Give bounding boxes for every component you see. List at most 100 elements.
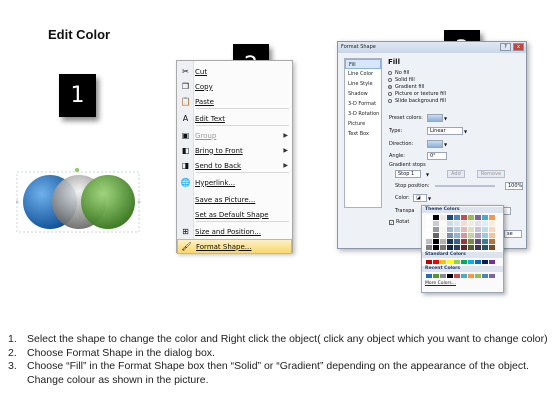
color-swatch[interactable]	[482, 221, 488, 226]
menu-item-cut[interactable]: ✂ Cut	[177, 64, 292, 79]
color-swatch[interactable]	[426, 215, 432, 220]
color-swatch[interactable]	[475, 215, 481, 220]
selection-handle[interactable]	[137, 200, 141, 204]
color-swatch[interactable]	[468, 215, 474, 220]
color-swatch[interactable]	[489, 239, 495, 244]
color-swatch[interactable]	[482, 227, 488, 232]
green-circle[interactable]	[81, 175, 135, 229]
nav-item-picture[interactable]: Picture	[345, 119, 381, 129]
chevron-down-icon[interactable]: ▼	[426, 172, 429, 177]
color-swatch[interactable]	[440, 215, 446, 220]
color-swatch[interactable]	[475, 221, 481, 226]
color-swatch[interactable]	[433, 260, 439, 264]
color-swatch[interactable]	[454, 274, 460, 278]
color-swatch[interactable]	[461, 215, 467, 220]
color-swatch[interactable]	[461, 233, 467, 238]
color-swatch[interactable]	[433, 227, 439, 232]
color-swatch[interactable]	[426, 245, 432, 250]
rotate-checkbox[interactable]: ✓	[389, 219, 394, 225]
radio-button[interactable]	[388, 84, 392, 89]
color-swatch[interactable]	[433, 245, 439, 250]
type-select[interactable]: Linear	[427, 127, 463, 135]
remove-stop-button[interactable]: Remove	[476, 170, 506, 178]
nav-item-line-color[interactable]: Line Color	[345, 69, 381, 79]
direction-button[interactable]	[427, 140, 443, 148]
color-swatch[interactable]	[447, 221, 453, 226]
chevron-down-icon[interactable]: ▼	[444, 116, 447, 121]
color-swatch[interactable]	[454, 221, 460, 226]
menu-item-save-as-picture[interactable]: Save as Picture...	[177, 192, 292, 207]
color-picker-button[interactable]: ◪	[413, 194, 427, 202]
menu-item-size-and-position[interactable]: ⊞ Size and Position...	[177, 224, 292, 239]
color-swatch[interactable]	[433, 233, 439, 238]
color-swatch[interactable]	[433, 221, 439, 226]
color-swatch[interactable]	[447, 239, 453, 244]
color-swatch[interactable]	[454, 245, 460, 250]
fill-option-slide-background-fill[interactable]: Slide background fill	[388, 97, 522, 104]
add-stop-button[interactable]: Add	[447, 170, 465, 178]
color-swatch[interactable]	[475, 260, 481, 264]
chevron-down-icon[interactable]: ▼	[464, 129, 467, 134]
color-swatch[interactable]	[433, 215, 439, 220]
radio-button[interactable]	[388, 77, 392, 82]
color-swatch[interactable]	[426, 260, 432, 264]
nav-item-text-box[interactable]: Text Box	[345, 129, 381, 139]
chevron-down-icon[interactable]: ▼	[428, 196, 431, 201]
color-swatch[interactable]	[447, 260, 453, 264]
close-button[interactable]: x	[513, 43, 524, 51]
color-swatch[interactable]	[468, 233, 474, 238]
color-swatch[interactable]	[454, 239, 460, 244]
stop-position-input[interactable]: 100%	[505, 182, 523, 190]
color-swatch[interactable]	[454, 227, 460, 232]
color-swatch[interactable]	[440, 274, 446, 278]
color-swatch[interactable]	[454, 215, 460, 220]
color-swatch[interactable]	[468, 227, 474, 232]
selection-handle[interactable]	[16, 200, 19, 204]
color-swatch[interactable]	[475, 245, 481, 250]
overlapping-circles-shape[interactable]	[16, 166, 144, 236]
radio-button[interactable]	[388, 70, 392, 75]
color-swatch[interactable]	[468, 245, 474, 250]
color-swatch[interactable]	[447, 245, 453, 250]
color-swatch[interactable]	[454, 260, 460, 264]
menu-item-edit-text[interactable]: A Edit Text	[177, 111, 292, 126]
preset-colors-button[interactable]	[427, 114, 443, 122]
menu-item-copy[interactable]: ❐ Copy	[177, 79, 292, 94]
color-swatch[interactable]	[461, 245, 467, 250]
color-swatch[interactable]	[440, 227, 446, 232]
color-swatch[interactable]	[440, 245, 446, 250]
stop-select[interactable]: Stop 1	[395, 170, 421, 178]
angle-input[interactable]: 0°	[427, 152, 447, 160]
color-swatch[interactable]	[475, 239, 481, 244]
color-swatch[interactable]	[468, 239, 474, 244]
color-swatch[interactable]	[489, 215, 495, 220]
help-button[interactable]: ?	[500, 43, 511, 51]
color-swatch[interactable]	[475, 227, 481, 232]
color-swatch[interactable]	[489, 260, 495, 264]
color-swatch[interactable]	[475, 233, 481, 238]
radio-button[interactable]	[388, 91, 392, 96]
color-swatch[interactable]	[482, 239, 488, 244]
radio-button[interactable]	[388, 98, 392, 103]
chevron-down-icon[interactable]: ▼	[444, 142, 447, 147]
color-swatch[interactable]	[426, 221, 432, 226]
color-swatch[interactable]	[440, 221, 446, 226]
fill-option-solid-fill[interactable]: Solid fill	[388, 76, 522, 83]
menu-item-bring-to-front[interactable]: ◧ Bring to Front ▶	[177, 143, 292, 158]
color-swatch[interactable]	[433, 274, 439, 278]
color-swatch[interactable]	[482, 274, 488, 278]
menu-item-paste[interactable]: 📋 Paste	[177, 94, 292, 109]
nav-item-3-d-rotation[interactable]: 3-D Rotation	[345, 109, 381, 119]
menu-item-send-to-back[interactable]: ◨ Send to Back ▶	[177, 158, 292, 173]
color-swatch[interactable]	[426, 227, 432, 232]
color-swatch[interactable]	[489, 245, 495, 250]
more-colors-link[interactable]: More Colors...	[422, 281, 503, 286]
color-swatch[interactable]	[468, 274, 474, 278]
color-swatch[interactable]	[440, 233, 446, 238]
color-swatch[interactable]	[440, 239, 446, 244]
nav-item-3-d-format[interactable]: 3-D Format	[345, 99, 381, 109]
color-swatch[interactable]	[440, 260, 446, 264]
color-swatch[interactable]	[426, 239, 432, 244]
color-swatch[interactable]	[447, 274, 453, 278]
dialog-close-button[interactable]: se	[504, 230, 522, 238]
